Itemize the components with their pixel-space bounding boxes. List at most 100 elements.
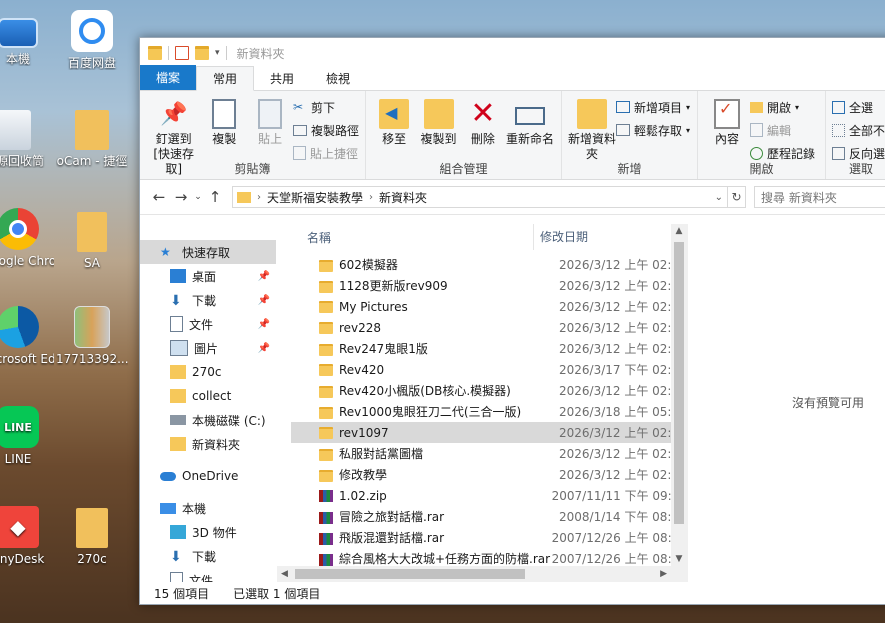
file-row[interactable]: 1.02.zip 2007/11/11 下午 09:55: [291, 485, 687, 506]
nav-item-new-folder[interactable]: 新資料夾: [140, 432, 276, 456]
file-row[interactable]: 602模擬器 2026/3/12 上午 02:02: [291, 254, 687, 275]
horizontal-scrollbar[interactable]: ◀ ▶: [277, 566, 671, 582]
nav-item-desktop[interactable]: 桌面 📌: [140, 264, 276, 288]
scrollbar-thumb[interactable]: [674, 242, 684, 524]
file-row[interactable]: Rev1000鬼眼狂刀二代(三合一版) 2026/3/18 上午 05:39: [291, 401, 687, 422]
group-label-open: 開啟: [749, 162, 774, 176]
file-row[interactable]: 修改教學 2026/3/12 上午 02:10: [291, 464, 687, 485]
desktop-icon-image-file[interactable]: 17713392...: [56, 306, 128, 366]
breadcrumb-segment[interactable]: 天堂斯福安裝教學: [267, 189, 363, 206]
file-row[interactable]: 1128更新版rev909 2026/3/12 上午 02:00: [291, 275, 687, 296]
file-row[interactable]: rev1097 2026/3/12 上午 02:08: [291, 422, 687, 443]
up-arrow-icon[interactable]: ↑: [204, 188, 226, 206]
desktop-icon-recycle-bin[interactable]: 資源回收筒: [0, 110, 50, 168]
desktop-icon-sa[interactable]: SA: [56, 212, 128, 270]
sort-ascending-icon: ^: [567, 224, 576, 231]
desktop-icon-270c[interactable]: 270c: [56, 508, 128, 566]
open-icon: [750, 101, 763, 113]
file-row[interactable]: Rev247鬼眼1版 2026/3/12 上午 02:03: [291, 338, 687, 359]
file-name: 1128更新版rev909: [319, 277, 559, 294]
nav-item-documents[interactable]: 文件 📌: [140, 312, 276, 336]
open-button[interactable]: 開啟 ▾: [750, 97, 815, 117]
desktop-icon-ocam[interactable]: oCam - 捷徑: [56, 110, 128, 168]
tab-share[interactable]: 共用: [254, 67, 310, 90]
forward-arrow-icon[interactable]: →: [170, 188, 192, 206]
quick-access-toolbar: ▾: [148, 46, 227, 60]
scroll-left-icon[interactable]: ◀: [281, 566, 288, 582]
folder-icon: [319, 259, 333, 272]
nav-item-collect[interactable]: collect: [140, 384, 276, 408]
folder-icon: [319, 343, 333, 356]
new-folder-icon[interactable]: [195, 46, 209, 60]
desktop-icon-edge[interactable]: Microsoft Edge: [0, 306, 54, 366]
select-all-button[interactable]: 全選: [832, 97, 885, 117]
file-name-label: Rev1000鬼眼狂刀二代(三合一版): [339, 405, 522, 419]
back-arrow-icon[interactable]: ←: [148, 188, 170, 206]
item-count: 15 個項目: [154, 586, 210, 601]
file-name: 修改教學: [319, 466, 559, 483]
paste-icon: [258, 99, 283, 129]
nav-item-local-disk-c[interactable]: 本機磁碟 (C:): [140, 408, 276, 432]
vertical-scrollbar[interactable]: ▲ ▼: [671, 224, 687, 582]
scrollbar-thumb[interactable]: [295, 569, 525, 579]
file-name-label: Rev420: [339, 362, 385, 377]
desktop-icon-chrome[interactable]: Google Chrome: [0, 208, 54, 268]
search-input[interactable]: 搜尋 新資料夾: [754, 186, 885, 208]
scroll-right-icon[interactable]: ▶: [660, 566, 667, 582]
column-header-date[interactable]: 修改日期: [533, 224, 588, 250]
refresh-icon: ↻: [731, 190, 742, 204]
tab-file[interactable]: 檔案: [140, 65, 197, 90]
preview-pane: 沒有預覽可用: [687, 224, 885, 582]
file-row[interactable]: Rev420小楓版(DB核心.模擬器) 2026/3/12 上午 02:05: [291, 380, 687, 401]
desktop-icon-baidu[interactable]: 百度网盘: [56, 10, 128, 70]
group-new: 新增資料夾 新增項目 ▾ 輕鬆存取 ▾ 新增: [562, 91, 698, 179]
breadcrumb-segment[interactable]: 新資料夾: [379, 189, 427, 206]
desktop-icon-line[interactable]: LINE LINE: [0, 406, 54, 466]
edit-button[interactable]: 編輯: [750, 120, 815, 140]
scroll-up-icon[interactable]: ▲: [671, 226, 687, 236]
file-date: 2026/3/12 上午 02:08: [559, 426, 687, 440]
line-icon: LINE: [0, 406, 39, 448]
properties-icon[interactable]: [175, 46, 189, 60]
nav-item-pictures[interactable]: 圖片 📌: [140, 336, 276, 360]
scroll-down-icon[interactable]: ▼: [671, 554, 687, 564]
breadcrumb-separator-icon: ›: [369, 191, 374, 203]
select-none-button[interactable]: 全部不: [832, 120, 885, 140]
nav-item-270c[interactable]: 270c: [140, 360, 276, 384]
pin-icon: 📌: [257, 294, 270, 306]
nav-item-3d-objects[interactable]: 3D 物件: [140, 520, 276, 544]
recent-locations-chevron-icon[interactable]: ⌄: [192, 192, 204, 202]
nav-item-pc-downloads[interactable]: ⬇ 下載: [140, 544, 276, 568]
refresh-button[interactable]: ↻: [728, 186, 746, 208]
file-row[interactable]: 冒險之旅對話檔.rar 2008/1/14 下午 08:19: [291, 506, 687, 527]
nav-quick-access[interactable]: ★ 快速存取: [140, 240, 276, 264]
file-row[interactable]: Rev420 2026/3/17 下午 02:47: [291, 359, 687, 380]
group-label-new: 新增: [617, 162, 642, 176]
group-label-select: 選取: [848, 162, 873, 176]
tab-view[interactable]: 檢視: [310, 67, 366, 90]
file-date: 2026/3/18 上午 05:39: [559, 405, 687, 419]
easy-access-button[interactable]: 輕鬆存取 ▾: [616, 120, 690, 140]
file-name: 602模擬器: [319, 256, 559, 273]
address-dropdown-icon[interactable]: ⌄: [715, 192, 723, 203]
pin-icon: 📌: [257, 318, 270, 330]
desktop-icon-anydesk[interactable]: ◆ AnyDesk: [0, 506, 54, 566]
file-row[interactable]: 私服對話黨圖檔 2026/3/12 上午 02:19: [291, 443, 687, 464]
address-bar[interactable]: › 天堂斯福安裝教學 › 新資料夾 ⌄: [232, 186, 728, 208]
nav-onedrive[interactable]: OneDrive: [140, 464, 276, 488]
nav-item-pc-documents[interactable]: 文件: [140, 568, 276, 582]
desktop-icon-this-pc[interactable]: 本機: [0, 12, 54, 66]
column-header-name[interactable]: 名稱: [277, 229, 533, 246]
tab-home[interactable]: 常用: [196, 66, 255, 91]
nav-this-pc[interactable]: 本機: [140, 496, 276, 520]
file-row[interactable]: My Pictures 2026/3/12 上午 02:02: [291, 296, 687, 317]
file-row[interactable]: rev228 2026/3/12 上午 02:08: [291, 317, 687, 338]
pictures-icon: [170, 340, 188, 356]
file-row[interactable]: 飛版混還對話檔.rar 2007/12/26 上午 08:25: [291, 527, 687, 548]
desktop-icon: [170, 269, 186, 283]
chevron-down-icon[interactable]: ▾: [215, 48, 220, 58]
nav-item-downloads[interactable]: ⬇ 下載 📌: [140, 288, 276, 312]
cut-button[interactable]: ✂ 剪下: [293, 97, 359, 117]
copy-path-button[interactable]: 複製路徑: [292, 120, 359, 140]
new-item-button[interactable]: 新增項目 ▾: [616, 97, 690, 117]
